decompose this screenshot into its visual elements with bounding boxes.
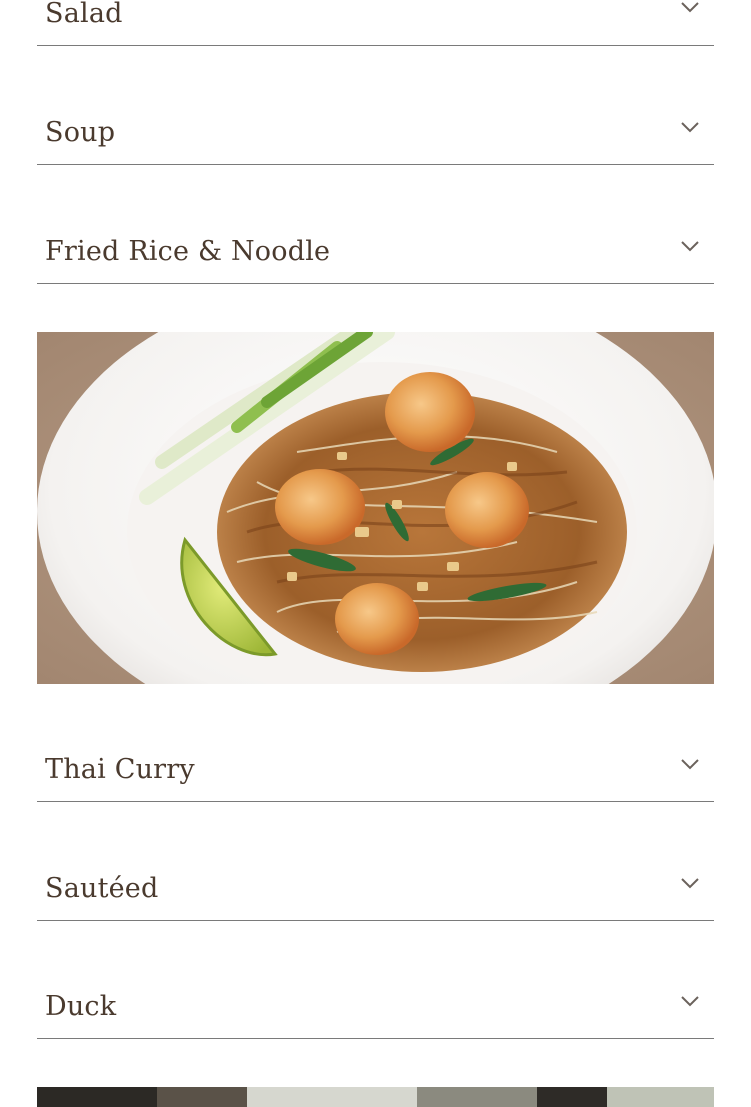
accordion-label: Soup xyxy=(45,117,116,148)
accordion-label: Duck xyxy=(45,991,117,1022)
bottom-photo-illustration xyxy=(37,1087,714,1107)
accordion-label: Sautéed xyxy=(45,873,159,904)
chevron-down-icon xyxy=(681,122,699,133)
chevron-down-icon xyxy=(681,2,699,13)
accordion-soup[interactable]: Soup xyxy=(37,95,714,165)
bottom-photo xyxy=(37,1087,714,1107)
accordion-duck[interactable]: Duck xyxy=(37,969,714,1039)
pad-thai-photo xyxy=(37,332,714,684)
pad-thai-illustration xyxy=(37,332,714,684)
accordion-label: Salad xyxy=(45,0,123,29)
accordion-fried-rice-noodle[interactable]: Fried Rice & Noodle xyxy=(37,214,714,284)
chevron-down-icon xyxy=(681,241,699,252)
accordion-thai-curry[interactable]: Thai Curry xyxy=(37,732,714,802)
chevron-down-icon xyxy=(681,878,699,889)
accordion-label: Thai Curry xyxy=(45,754,195,785)
chevron-down-icon xyxy=(681,759,699,770)
accordion-sauteed[interactable]: Sautéed xyxy=(37,851,714,921)
accordion-salad[interactable]: Salad xyxy=(37,0,714,46)
chevron-down-icon xyxy=(681,996,699,1007)
accordion-label: Fried Rice & Noodle xyxy=(45,236,331,267)
